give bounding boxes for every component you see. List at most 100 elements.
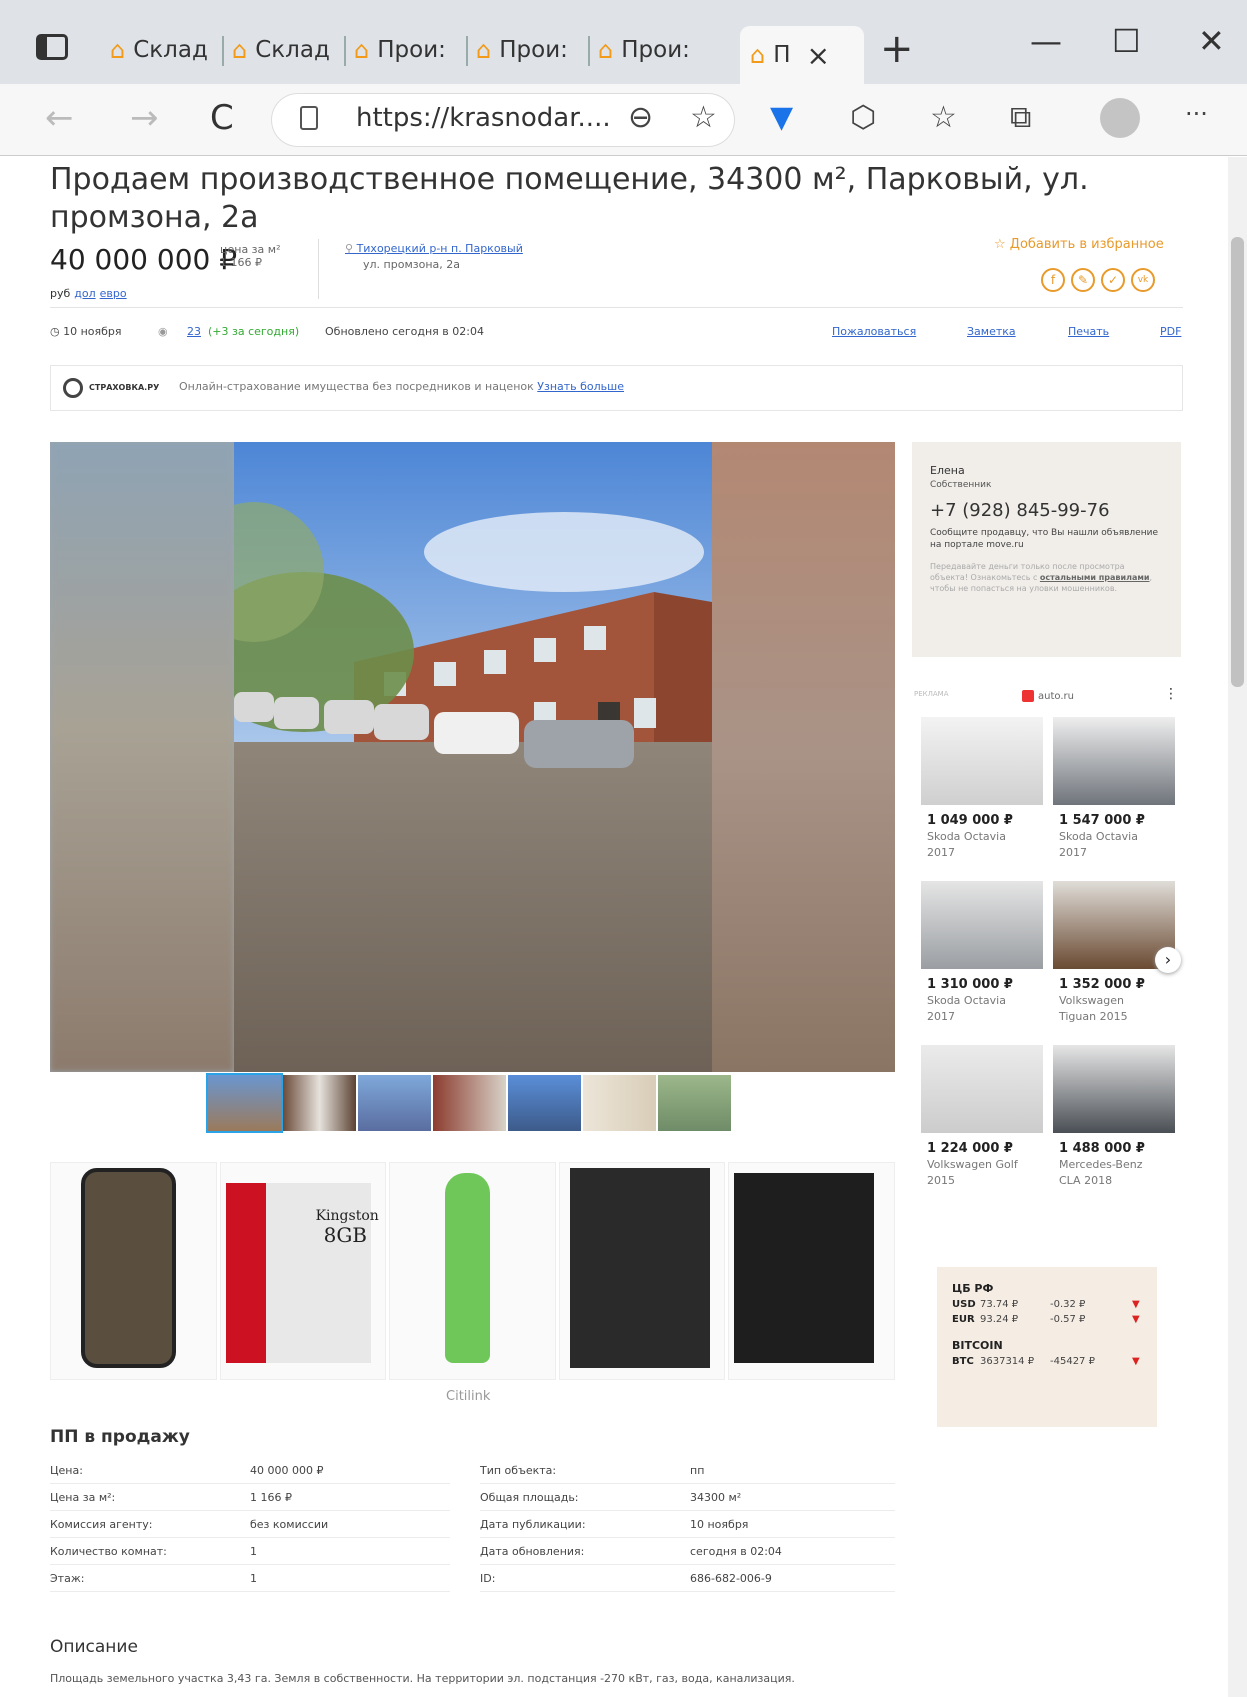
spec-key: Цена за м²:	[50, 1484, 250, 1511]
minimize-button[interactable]: —	[1030, 22, 1062, 60]
ad-phone-case[interactable]	[50, 1162, 217, 1380]
tab-active[interactable]: ⌂ П ×	[740, 26, 864, 84]
house-icon: ⌂	[476, 36, 492, 64]
description-text: Площадь земельного участка 3,43 га. Земл…	[50, 1672, 795, 1685]
thumbnail-4[interactable]	[433, 1075, 506, 1131]
page-title: Продаем производственное помещение, 3430…	[50, 162, 1089, 235]
main-photo[interactable]	[234, 442, 712, 1072]
car-card[interactable]: 1 310 000 ₽ Skoda Octavia 2017	[921, 881, 1043, 1031]
zoom-icon[interactable]: ⊖	[628, 100, 653, 135]
specs-title: ПП в продажу	[50, 1427, 190, 1447]
close-window-button[interactable]: ✕	[1198, 22, 1225, 60]
ad-menu-icon[interactable]: ⋮	[1164, 686, 1178, 702]
thumbnail-map[interactable]	[658, 1075, 731, 1131]
seller-message: Сообщите продавцу, что Вы нашли объявлен…	[930, 528, 1158, 550]
ad-memory-card[interactable]: Kingston 8GB	[219, 1162, 387, 1380]
more-menu-icon[interactable]: ···	[1185, 100, 1208, 128]
tab-5[interactable]: ⌂ Прои:	[588, 26, 706, 74]
tab-1[interactable]: ⌂ Склад	[100, 26, 224, 74]
spec-value: 34300 м²	[690, 1484, 895, 1511]
twitter-icon[interactable]: ✓	[1101, 268, 1125, 292]
spec-value: 10 ноября	[690, 1511, 895, 1538]
complain-link[interactable]: Пожаловаться	[832, 325, 916, 338]
currency-usd-link[interactable]: дол	[74, 287, 95, 300]
vk-icon[interactable]: vk	[1131, 268, 1155, 292]
tab-4[interactable]: ⌂ Прои:	[466, 26, 590, 74]
add-favorite-icon[interactable]: ☆	[690, 100, 717, 135]
favorites-icon[interactable]: ☆	[930, 100, 957, 135]
seller-phone[interactable]: +7 (928) 845-99-76	[930, 500, 1163, 521]
product-ad-row[interactable]: Kingston 8GB	[50, 1162, 895, 1380]
learn-more-link[interactable]: Узнать больше	[537, 380, 624, 393]
thumbnail-2[interactable]	[283, 1075, 356, 1131]
spec-value: 1	[250, 1538, 450, 1565]
scrollbar[interactable]	[1228, 157, 1247, 1697]
tab-2[interactable]: ⌂ Склад	[222, 26, 346, 74]
pin-icon: ⚲	[345, 242, 357, 255]
rate-btc: BTC 3637314 ₽ -45427 ₽ ▼	[952, 1356, 1140, 1367]
print-link[interactable]: Печать	[1068, 325, 1109, 338]
updated-text: Обновлено сегодня в 02:04	[325, 325, 484, 338]
web-page: Продаем производственное помещение, 3430…	[0, 157, 1228, 1697]
ad-pc-case-1[interactable]	[558, 1162, 726, 1380]
thumbnail-1[interactable]	[206, 1073, 283, 1133]
edit-share-icon[interactable]: ✎	[1071, 268, 1095, 292]
car-card[interactable]: 1 049 000 ₽ Skoda Octavia 2017	[921, 717, 1043, 867]
reload-button[interactable]: C	[210, 98, 234, 138]
views-count[interactable]: 23	[187, 325, 201, 338]
tab-3[interactable]: ⌂ Прои:	[344, 26, 468, 74]
photo-gallery[interactable]	[50, 442, 895, 1072]
lock-icon[interactable]	[300, 106, 318, 130]
ad-vendor[interactable]: Citilink	[446, 1389, 490, 1404]
street-address: ул. промзона, 2а	[363, 258, 460, 271]
back-button[interactable]: ←	[45, 98, 74, 138]
extensions-icon[interactable]: ⬡	[850, 100, 876, 135]
down-arrow-icon: ▼	[1132, 1299, 1140, 1310]
spec-value: без комиссии	[250, 1511, 450, 1538]
new-tab-button[interactable]: +	[880, 26, 914, 72]
photo-thumbnails	[206, 1073, 731, 1133]
village-link[interactable]: п. Парковый	[451, 242, 523, 255]
ad-pc-case-2[interactable]	[728, 1162, 895, 1380]
maximize-button[interactable]: ☐	[1112, 22, 1141, 60]
car-card[interactable]: 1 488 000 ₽ Mercedes-Benz CLA 2018	[1053, 1045, 1175, 1195]
ad-shampoo[interactable]	[389, 1162, 556, 1380]
seller-role: Собственник	[930, 480, 992, 490]
pdf-link[interactable]: PDF	[1160, 325, 1181, 338]
thumbnail-3[interactable]	[358, 1075, 431, 1131]
currency-switch: руб дол евро	[50, 287, 127, 300]
thumbnail-6[interactable]	[583, 1075, 656, 1131]
house-icon: ⌂	[598, 36, 614, 64]
close-tab-icon[interactable]: ×	[807, 39, 830, 72]
spec-value: сегодня в 02:04	[690, 1538, 895, 1565]
rules-link[interactable]: остальными правилами	[1040, 573, 1150, 582]
chevron-right-icon[interactable]: ›	[1155, 947, 1181, 973]
spec-key: Тип объекта:	[480, 1457, 690, 1484]
auto-ru-logo[interactable]: auto.ru	[1022, 690, 1074, 702]
collections-icon[interactable]: ⧉	[1010, 100, 1031, 135]
forward-button[interactable]: →	[130, 98, 159, 138]
seller-card: Елена Собственник +7 (928) 845-99-76 Соо…	[912, 442, 1181, 657]
location-links: ⚲ Тихорецкий р-н п. Парковый	[345, 242, 523, 255]
scrollbar-thumb[interactable]	[1231, 237, 1244, 687]
rate-usd: USD 73.74 ₽ -0.32 ₽ ▼	[952, 1299, 1140, 1310]
car-card[interactable]: 1 224 000 ₽ Volkswagen Golf 2015	[921, 1045, 1043, 1195]
publish-date: ◷ 10 ноября	[50, 325, 122, 338]
browser-window: ⌂ Склад ⌂ Склад ⌂ Прои: ⌂ Прои: ⌂ Прои: ⌂ П × +…	[0, 0, 1247, 1697]
spec-value: 1	[250, 1565, 450, 1592]
thumbnail-5[interactable]	[508, 1075, 581, 1131]
extension-icon[interactable]: ▼	[770, 100, 793, 135]
facebook-icon[interactable]: f	[1041, 268, 1065, 292]
currency-eur-link[interactable]: евро	[100, 287, 127, 300]
currency-widget: ЦБ РФ USD 73.74 ₽ -0.32 ₽ ▼ EUR 93.24 ₽ -0.57…	[937, 1267, 1157, 1427]
spec-key: Комиссия агенту:	[50, 1511, 250, 1538]
add-favorite-link[interactable]: ☆ Добавить в избранное	[994, 237, 1164, 252]
spec-value: 686-682-006-9	[690, 1565, 895, 1592]
spec-key: Этаж:	[50, 1565, 250, 1592]
car-card[interactable]: 1 547 000 ₽ Skoda Octavia 2017	[1053, 717, 1175, 867]
url-text[interactable]: https://krasnodar....	[356, 103, 611, 133]
district-link[interactable]: Тихорецкий р-н	[357, 242, 448, 255]
note-link[interactable]: Заметка	[967, 325, 1016, 338]
profile-avatar[interactable]	[1100, 98, 1140, 138]
tab-actions-icon[interactable]	[36, 34, 68, 60]
